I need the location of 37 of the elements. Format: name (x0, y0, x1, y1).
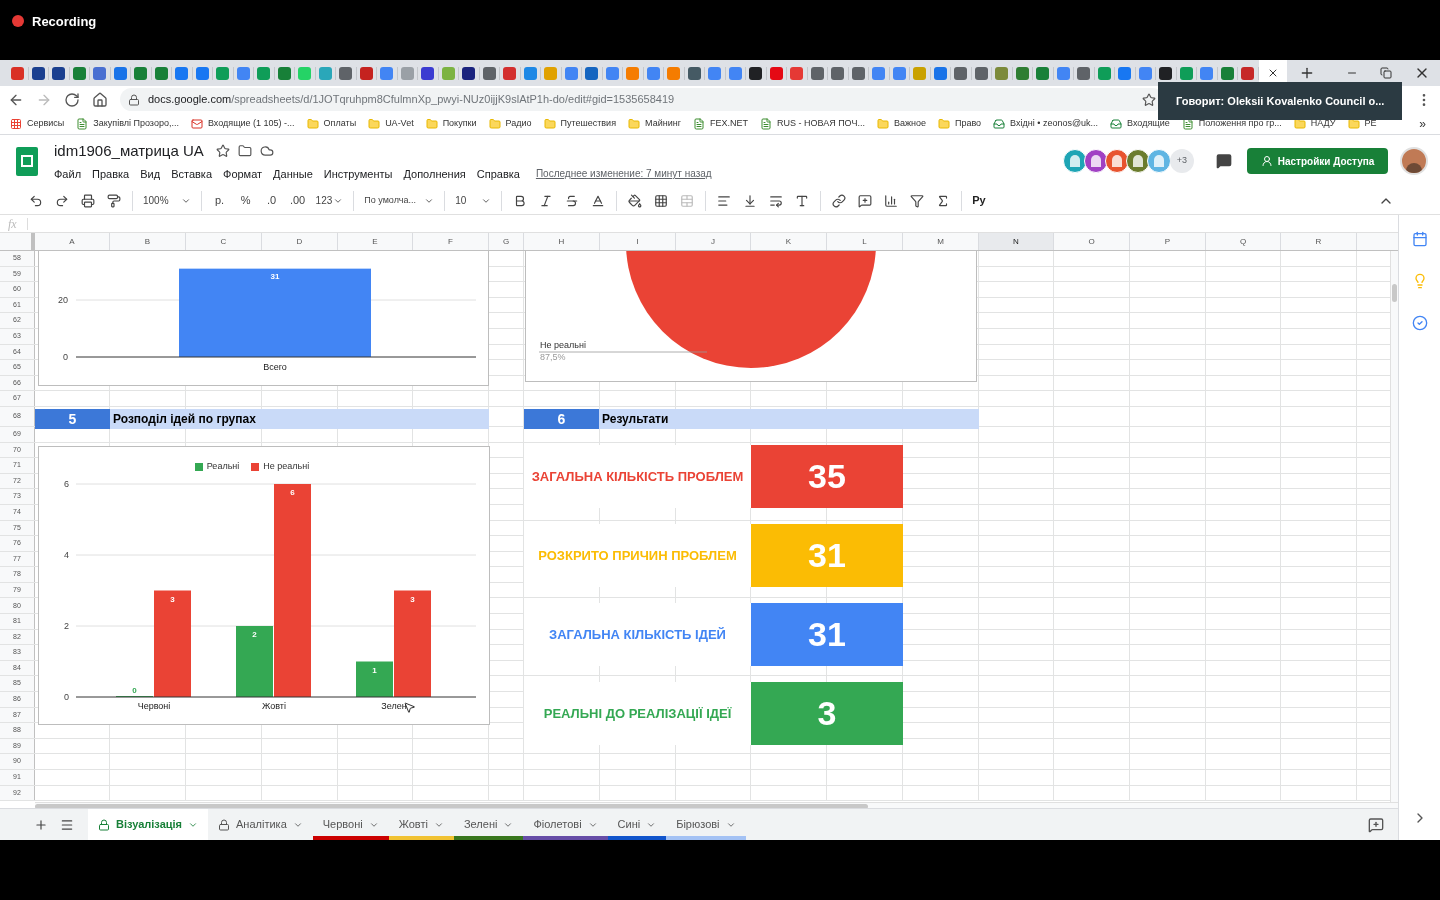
legend-label: Реальні (206, 460, 240, 473)
metric-label: ЗАГАЛЬНА КІЛЬКІСТЬ ПРОБЛЕМ (524, 445, 751, 508)
recording-label: Recording (32, 13, 97, 31)
metric-label: РЕАЛЬНІ ДО РЕАЛІЗАЦІЇ ІДЕЇ (524, 682, 751, 745)
section-title: Результати (599, 409, 979, 429)
data-label: 31 (270, 271, 280, 281)
data-label: 2 (252, 630, 257, 639)
legend-label: Не реальні (263, 460, 310, 473)
section-number: 5 (35, 409, 110, 429)
metric-label: РОЗКРИТО ПРИЧИН ПРОБЛЕМ (524, 524, 751, 587)
speaker-tooltip: Говорит: Oleksii Kovalenko Council o... (1158, 82, 1402, 120)
axis-tick-label: 4 (64, 550, 69, 560)
data-label: 1 (372, 665, 377, 675)
category-label: Червоні (137, 701, 171, 711)
axis-tick-label: 0 (63, 352, 68, 362)
category-label: Зелен (381, 701, 407, 711)
metric-value: 3 (751, 682, 903, 745)
metric-label: ЗАГАЛЬНА КІЛЬКІСТЬ ІДЕЙ (524, 603, 751, 666)
metric-value: 35 (751, 445, 903, 508)
category-label: Жовті (262, 701, 286, 711)
metric-value: 31 (751, 524, 903, 587)
metric-value: 31 (751, 603, 903, 666)
slice-label: Не реальні (540, 340, 586, 350)
data-label: 6 (290, 488, 295, 497)
data-label: 3 (170, 594, 175, 604)
data-label: 3 (410, 594, 415, 604)
category-label: Всего (263, 362, 287, 372)
slice-percent: 87,5% (540, 352, 566, 362)
section-number: 6 (524, 409, 599, 429)
axis-tick-label: 20 (58, 295, 68, 305)
axis-tick-label: 2 (64, 621, 69, 631)
axis-tick-label: 0 (64, 692, 69, 702)
formula-fx-label: fx (8, 215, 17, 233)
section-title: Розподіл ідей по групах (110, 409, 489, 429)
url-text: docs.google.com/spreadsheets/d/1JOTqruhpm8CfulmnXp_pwyi-NUz0ijjK9slAtP1h-do/edit#gid=1535658419 (148, 92, 675, 108)
axis-tick-label: 6 (64, 479, 69, 489)
data-label: 0 (132, 686, 137, 695)
